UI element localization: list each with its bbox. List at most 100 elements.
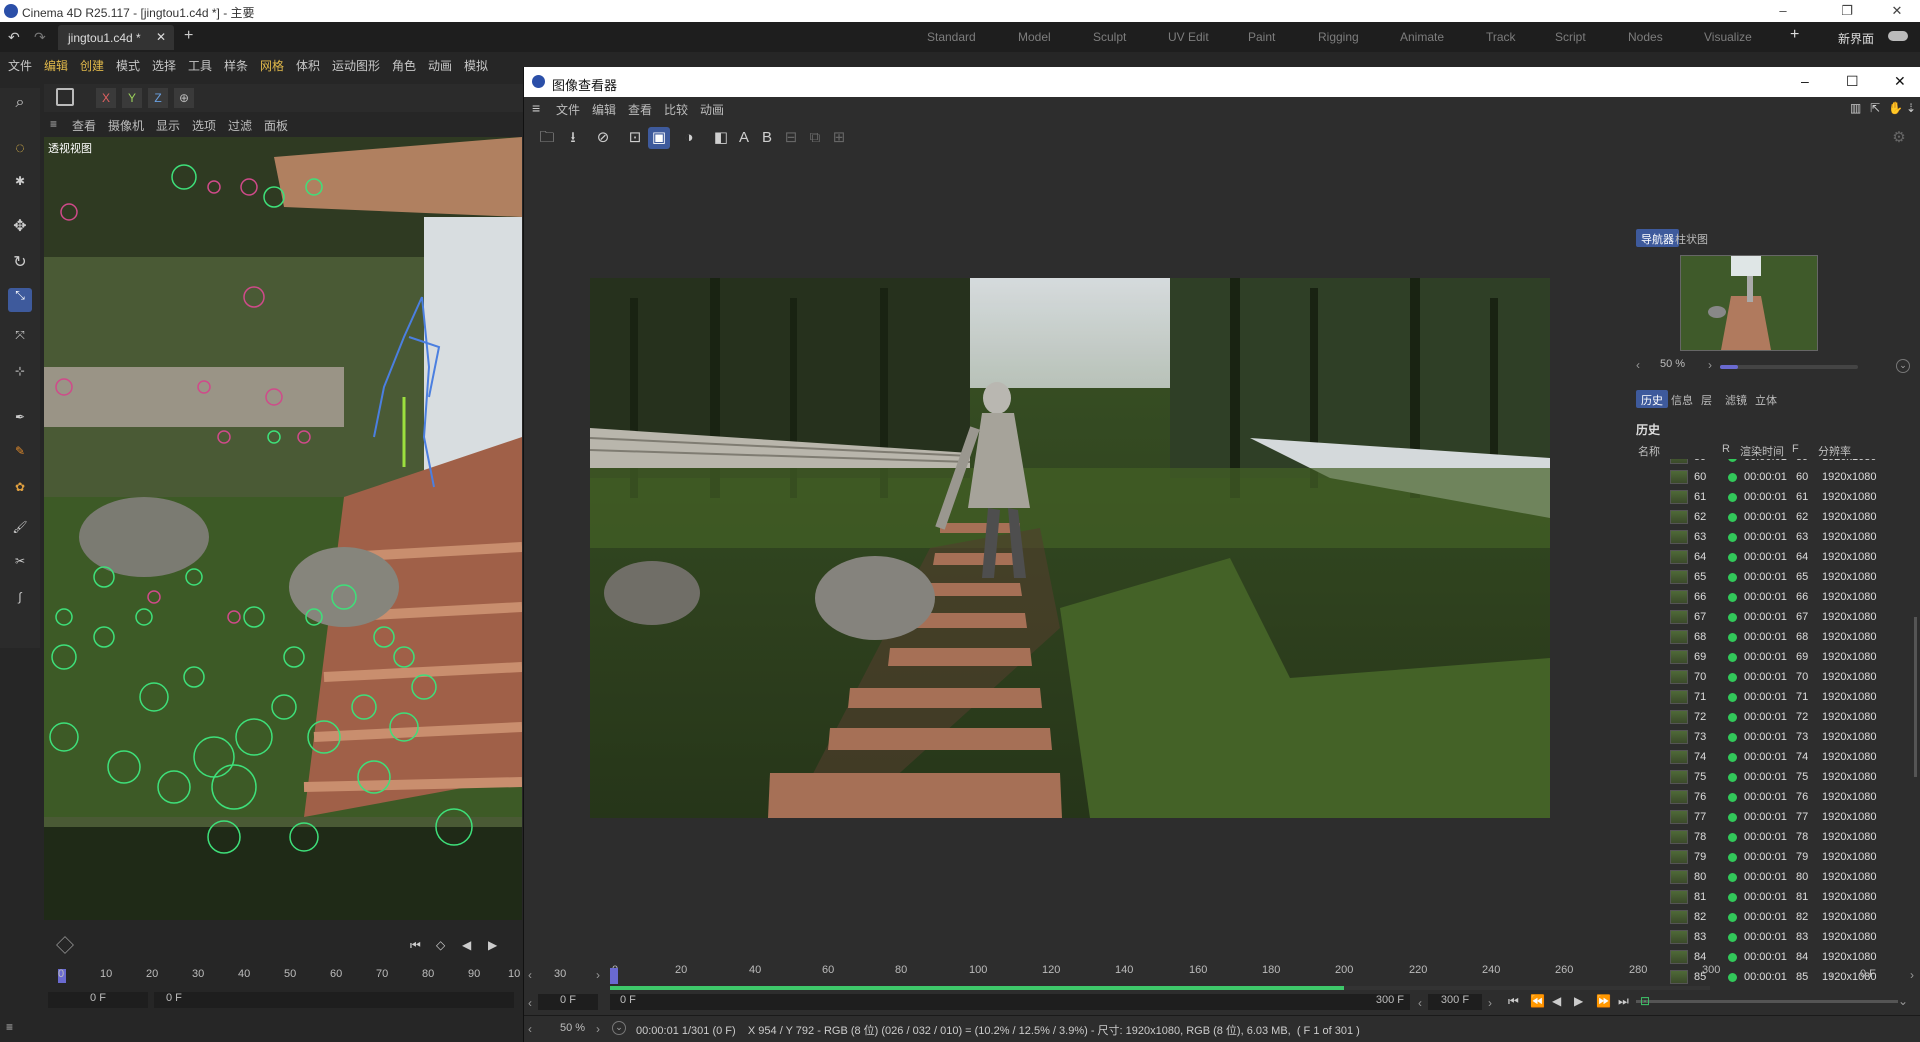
add-layout-icon[interactable]: + [1790,26,1799,44]
history-row[interactable]: 83 00:00:01 83 1920x1080 [1636,927,1898,947]
play-forward-icon[interactable]: ▶ [1574,994,1583,1008]
history-row[interactable]: 81 00:00:01 81 1920x1080 [1636,887,1898,907]
navigator-thumbnail[interactable] [1680,255,1818,351]
knife-icon[interactable]: ✂ [8,554,32,578]
menu-volume[interactable]: 体积 [296,57,320,74]
frame-prev-icon[interactable]: ‹ [1830,968,1834,982]
tab-filter[interactable]: 滤镜 [1720,390,1752,408]
menu-character[interactable]: 角色 [392,57,416,74]
undock-icon[interactable]: ⇱ [1870,101,1880,115]
history-row[interactable]: 78 00:00:01 78 1920x1080 [1636,827,1898,847]
vp-menu-filter[interactable]: 过滤 [228,117,252,134]
menu-tools[interactable]: 工具 [188,57,212,74]
vp-menu-display[interactable]: 显示 [156,117,180,134]
history-row[interactable]: 70 00:00:01 70 1920x1080 [1636,667,1898,687]
fps-field[interactable]: 30 [554,968,566,980]
difference-icon[interactable]: ⊞ [828,127,850,149]
viewer-playhead[interactable] [610,968,618,984]
viewer-timeline-ruler[interactable]: 0204060801001201401601802002202402602803… [610,964,1720,986]
bottom-menu-icon[interactable]: ≡ [6,1020,13,1034]
frame-next-icon[interactable]: › [1910,968,1914,982]
layout-sculpt[interactable]: Sculpt [1093,30,1126,44]
panel-layout-icon[interactable]: ▥ [1850,101,1861,115]
viewer-menu-view[interactable]: 查看 [628,101,652,118]
undo-icon[interactable]: ↶ [8,29,20,46]
status-zoom-decrease-icon[interactable]: ‹ [528,1022,532,1036]
settings-icon[interactable]: ⚙ [1888,127,1910,149]
history-row[interactable]: 67 00:00:01 67 1920x1080 [1636,607,1898,627]
minimize-icon[interactable]: – [1760,0,1806,22]
restore-icon[interactable]: ❐ [1824,0,1870,22]
col-f[interactable]: F [1792,443,1799,455]
viewer-maximize-icon[interactable]: ☐ [1846,73,1859,90]
sketch-icon[interactable]: ✎ [8,444,32,468]
go-end-icon[interactable]: ⏭ [1618,994,1629,1009]
layout-script[interactable]: Script [1555,30,1586,44]
viewer-menu-edit[interactable]: 编辑 [592,101,616,118]
view-icon[interactable] [56,88,74,106]
scale-icon[interactable]: ⤡ [8,288,32,312]
zoom-value[interactable]: 50 % [1660,358,1685,370]
axis-y-button[interactable]: Y [122,88,142,108]
history-row[interactable]: 80 00:00:01 80 1920x1080 [1636,867,1898,887]
history-row[interactable]: 71 00:00:01 71 1920x1080 [1636,687,1898,707]
viewer-hamburger-icon[interactable]: ≡ [532,100,540,116]
rendered-image[interactable] [590,278,1550,818]
transform-icon[interactable]: ⤧ [8,328,32,352]
viewer-end-frame[interactable]: 300 F [1428,994,1482,1010]
compare-b-button[interactable]: B [756,127,778,149]
prev-frame-icon[interactable]: ⏪ [1530,994,1545,1008]
viewer-range-start[interactable]: 0 F [610,994,1310,1010]
history-row[interactable]: 63 00:00:01 63 1920x1080 [1636,527,1898,547]
close-tab-icon[interactable]: ✕ [156,30,166,44]
history-row[interactable]: 76 00:00:01 76 1920x1080 [1636,787,1898,807]
end-increase-icon[interactable]: › [1488,996,1492,1010]
select-icon[interactable]: ◌ [8,140,32,164]
layout-rigging[interactable]: Rigging [1318,30,1359,44]
history-row[interactable]: 68 00:00:01 68 1920x1080 [1636,627,1898,647]
current-frame-field[interactable]: 0 F [48,992,148,1008]
go-start-icon[interactable]: ⏮ [1508,994,1519,1009]
history-row[interactable]: 66 00:00:01 66 1920x1080 [1636,587,1898,607]
tab-info[interactable]: 信息 [1666,390,1698,408]
viewer-menu-animation[interactable]: 动画 [700,101,724,118]
redo-icon[interactable]: ↷ [34,29,46,46]
overlay-icon[interactable]: ⧉ [804,127,826,149]
frame-range-field[interactable]: 0 F [154,992,514,1008]
viewer-menu-compare[interactable]: 比较 [664,101,688,118]
play-backward-icon[interactable]: ◀ [1552,994,1561,1008]
menu-create[interactable]: 创建 [80,57,104,74]
history-row[interactable]: 62 00:00:01 62 1920x1080 [1636,507,1898,527]
hamburger-icon[interactable]: ≡ [50,117,57,131]
history-row[interactable]: 61 00:00:01 61 1920x1080 [1636,487,1898,507]
status-dropdown-icon[interactable]: ⌄ [612,1021,626,1035]
pin-icon[interactable]: ⇣ [1906,101,1916,115]
perspective-viewport[interactable]: 透视视图 [44,137,522,920]
history-row[interactable]: 82 00:00:01 82 1920x1080 [1636,907,1898,927]
loop-icon[interactable]: ⊡ [1640,994,1650,1008]
save-icon[interactable]: ⭳ [562,127,584,149]
layout-standard[interactable]: Standard [927,30,976,44]
status-zoom[interactable]: 50 % [560,1022,585,1034]
layout-animate[interactable]: Animate [1400,30,1444,44]
vp-menu-options[interactable]: 选项 [192,117,216,134]
viewer-current-frame[interactable]: 0 F [538,994,598,1010]
layout-paint[interactable]: Paint [1248,30,1275,44]
fit-icon[interactable]: ▣ [648,127,670,149]
history-row[interactable]: 69 00:00:01 69 1920x1080 [1636,647,1898,667]
history-row[interactable]: 77 00:00:01 77 1920x1080 [1636,807,1898,827]
live-select-icon[interactable]: ✱ [8,174,32,198]
timeline-options-icon[interactable]: ⌄ [1898,994,1908,1008]
contrast-icon[interactable]: ◑ [678,127,700,149]
axis-z-button[interactable]: Z [148,88,168,108]
viewer-menu-file[interactable]: 文件 [556,101,580,118]
region-icon[interactable]: ⊡ [624,127,646,149]
search-icon[interactable]: ⌕ [8,94,32,118]
tab-histogram[interactable]: 柱状图 [1670,229,1713,247]
previous-key-icon[interactable]: ◇ [436,938,445,952]
start-decrease-icon[interactable]: ‹ [528,996,532,1010]
step-back-icon[interactable]: ◀ [462,938,471,952]
menu-mesh[interactable]: 网格 [260,57,284,74]
axis-x-button[interactable]: X [96,88,116,108]
stop-render-icon[interactable]: ⊘ [592,127,614,149]
